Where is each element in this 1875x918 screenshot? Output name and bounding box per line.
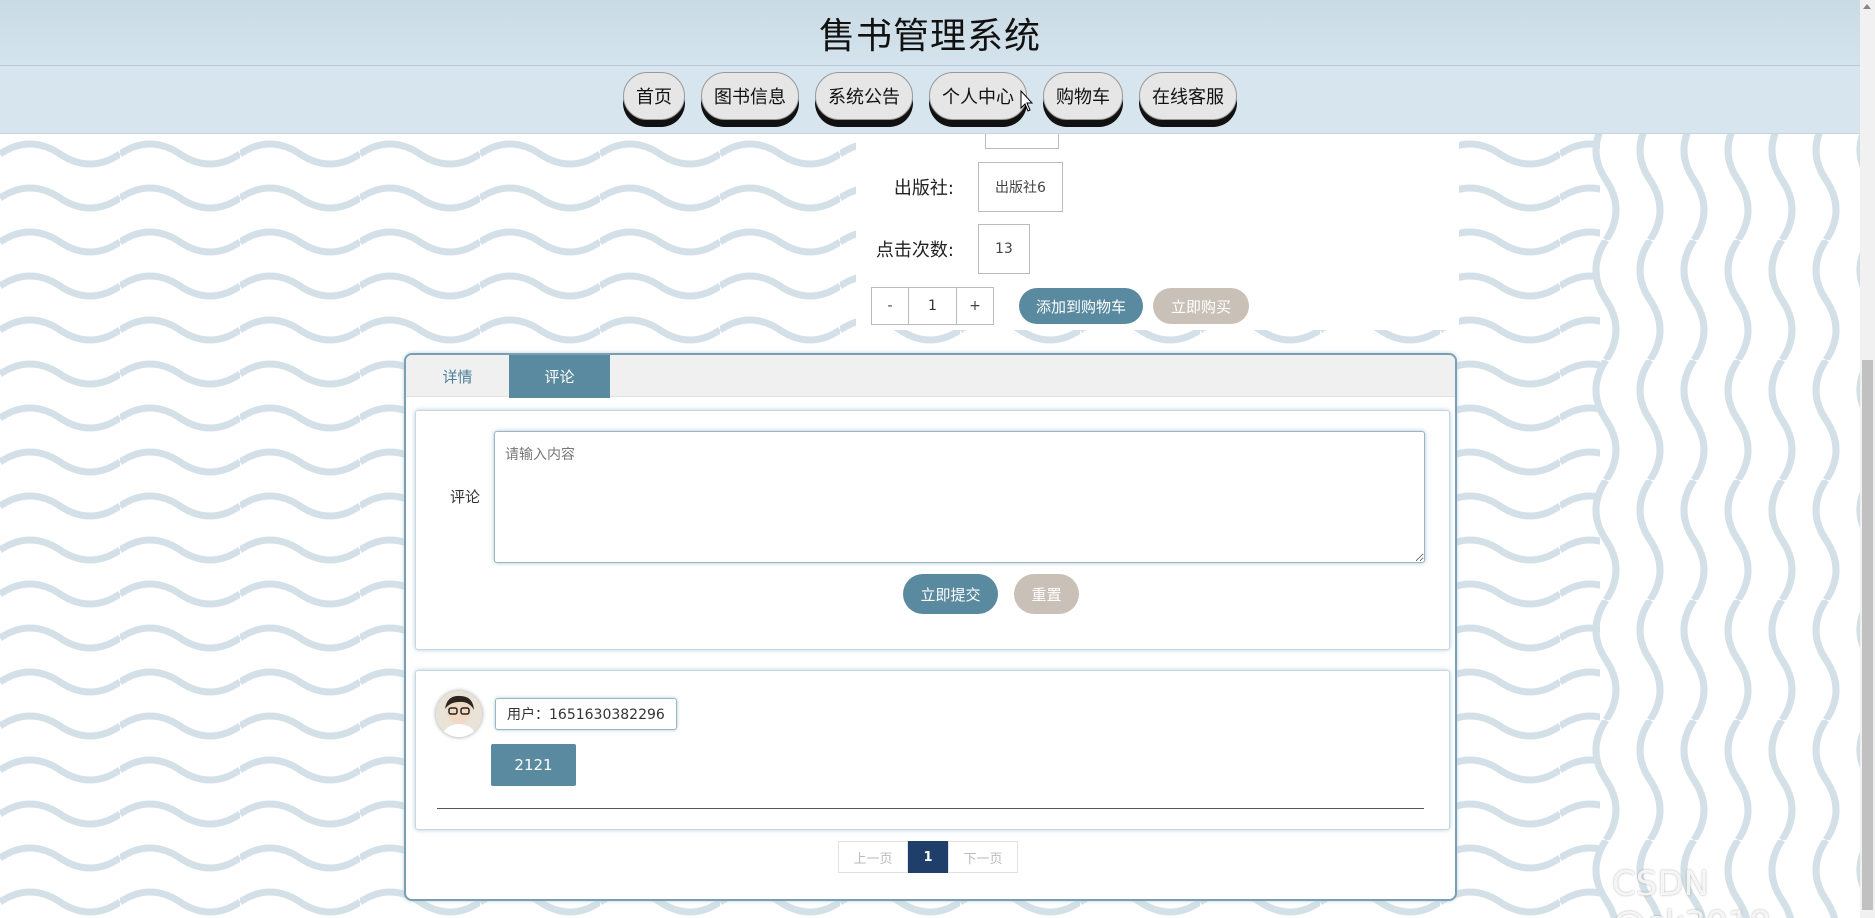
page-scrollbar[interactable] [1860, 0, 1875, 918]
comment-content: 2121 [491, 744, 576, 786]
previous-field-box [985, 134, 1059, 149]
app-header: 售书管理系统 [0, 0, 1860, 66]
reset-button[interactable]: 重置 [1014, 574, 1079, 614]
main-nav: 首页 图书信息 系统公告 个人中心 购物车 在线客服 [0, 66, 1860, 134]
buy-now-button[interactable]: 立即购买 [1153, 288, 1249, 324]
scroll-thumb[interactable] [1862, 360, 1873, 910]
click-count-label: 点击次数: [875, 240, 954, 261]
nav-item-announcements[interactable]: 系统公告 [815, 71, 913, 120]
add-to-cart-button[interactable]: 添加到购物车 [1019, 288, 1143, 324]
publisher-value: 出版社6 [978, 162, 1063, 212]
user-avatar [436, 691, 482, 737]
next-page-button[interactable]: 下一页 [948, 841, 1018, 873]
avatar-portrait-icon [436, 691, 482, 737]
comment-divider [437, 808, 1424, 809]
qty-decrease-button[interactable]: - [872, 288, 908, 324]
page-number-current[interactable]: 1 [908, 841, 948, 873]
cursor-arrow-icon [1020, 89, 1034, 112]
comment-textarea[interactable] [494, 431, 1425, 563]
nav-item-home[interactable]: 首页 [623, 71, 685, 120]
tab-bar: 详情 评论 [406, 355, 1455, 398]
tab-comments[interactable]: 评论 [509, 355, 610, 398]
nav-item-personal-center[interactable]: 个人中心 [929, 71, 1027, 120]
watermark-text: CSDN @ck3018 [1612, 864, 1771, 918]
publisher-label: 出版社: [893, 178, 954, 199]
quantity-stepper: - 1 + [871, 287, 994, 325]
nav-item-online-service[interactable]: 在线客服 [1139, 71, 1237, 120]
nav-item-cart[interactable]: 购物车 [1043, 71, 1123, 120]
comment-list-card: 用户：1651630382296 2121 [415, 670, 1450, 830]
app-title: 售书管理系统 [818, 15, 1041, 57]
submit-button[interactable]: 立即提交 [903, 574, 998, 614]
prev-page-button[interactable]: 上一页 [838, 841, 908, 873]
comment-user-tag: 用户：1651630382296 [495, 698, 677, 730]
tab-details[interactable]: 详情 [406, 355, 509, 398]
comment-form-card: 评论 立即提交 重置 [415, 410, 1450, 650]
detail-tabs-panel: 详情 评论 评论 立即提交 重置 用户：1651630382296 2121 上… [404, 353, 1457, 901]
click-count-value: 13 [978, 224, 1030, 274]
qty-increase-button[interactable]: + [957, 288, 993, 324]
pagination: 上一页 1 下一页 [838, 841, 1018, 873]
product-info-panel: 出版社: 出版社6 点击次数: 13 - 1 + 添加到购物车 立即购买 [856, 134, 1459, 330]
nav-item-book-info[interactable]: 图书信息 [701, 71, 799, 120]
qty-input[interactable]: 1 [908, 288, 957, 324]
scroll-up-arrow-icon[interactable] [1863, 4, 1871, 9]
comment-label: 评论 [450, 488, 481, 506]
